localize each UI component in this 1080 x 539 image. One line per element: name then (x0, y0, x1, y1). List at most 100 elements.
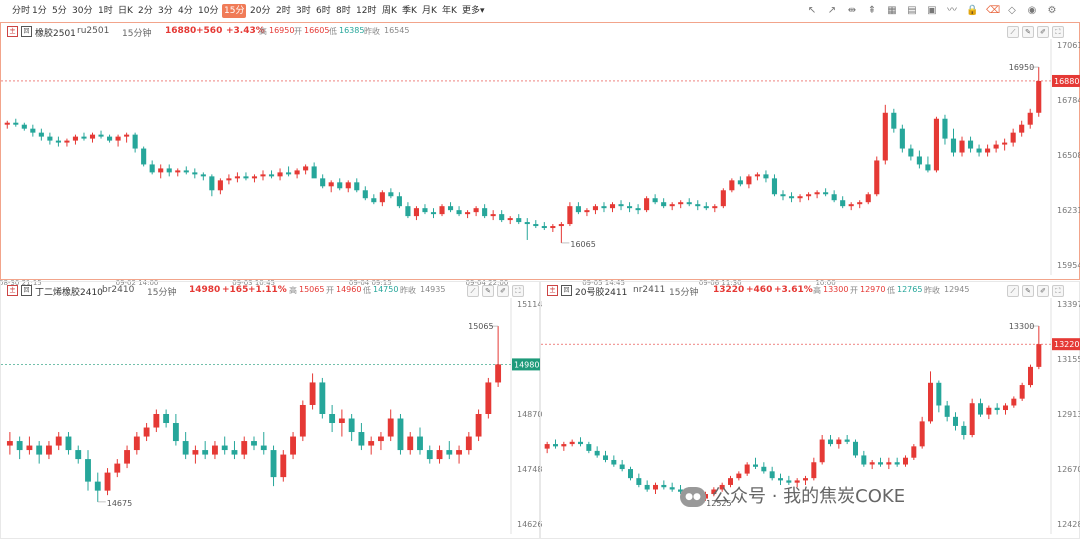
candle-body (819, 439, 825, 463)
channel-icon[interactable]: ▦ (886, 5, 898, 17)
candle-body (736, 473, 742, 479)
candle-body (550, 226, 556, 229)
pointer-icon[interactable]: ↖ (806, 5, 818, 17)
period-toolbar: 分时 1分 5分 30分 1时 日K 2分 3分 4分 10分 15分 20分 2时 3时 6时 8时 12时周… (0, 0, 1080, 23)
candle-body (1036, 80, 1042, 113)
candle-body (891, 112, 897, 129)
period-tab-19[interactable]: 月K (420, 4, 439, 18)
high-annot: 13300 (1009, 322, 1034, 331)
candle-body (456, 210, 462, 215)
candle-body (413, 208, 419, 217)
candle-body (47, 136, 53, 141)
candle-body (569, 441, 575, 445)
period-tab-15[interactable]: 8时 (334, 4, 353, 18)
candle-body (499, 214, 505, 221)
candle-body (878, 462, 883, 465)
eraser-icon[interactable]: ⌫ (986, 5, 1000, 17)
period-tab-21[interactable]: 更多▾ (460, 4, 487, 18)
period-tab-3[interactable]: 30分 (70, 4, 94, 18)
candle-body (436, 450, 443, 460)
current-price-label: 16880 (1054, 77, 1079, 86)
candle-body (4, 122, 10, 125)
line-icon[interactable]: ↗ (826, 5, 838, 17)
period-tab-11[interactable]: 20分 (248, 4, 272, 18)
candle-body (653, 484, 658, 490)
candle-body (814, 192, 820, 195)
period-tab-2[interactable]: 5分 (50, 4, 69, 18)
candle-body (473, 208, 479, 213)
candle-body (299, 404, 306, 437)
candle-body (212, 445, 218, 455)
candle-body (221, 445, 228, 451)
vline-icon[interactable]: ⇞ (866, 5, 878, 17)
period-tab-8[interactable]: 4分 (176, 4, 195, 18)
candle-body (490, 214, 496, 217)
ruler-icon[interactable]: ▤ (906, 5, 918, 17)
period-tab-17[interactable]: 周K (380, 4, 399, 18)
candle-body (260, 174, 266, 177)
candle-body (1027, 112, 1033, 125)
candle-body (426, 450, 433, 460)
low-annot: 16065 (570, 240, 595, 249)
candle-body (933, 118, 939, 171)
candle-body (1002, 142, 1008, 145)
period-tab-13[interactable]: 3时 (294, 4, 313, 18)
candle-body (836, 439, 842, 445)
candle-body (163, 414, 170, 424)
candle-body (217, 180, 223, 191)
settings-icon[interactable]: ⚙ (1046, 5, 1058, 17)
candle-body (286, 172, 292, 175)
period-tab-10[interactable]: 15分 (222, 4, 247, 18)
candle-body (182, 441, 189, 455)
visibility-icon[interactable]: ◇ (1006, 5, 1018, 17)
chart-panel-br2410: 主 回 丁二烯橡胶2410 br2410 15分钟 14980 +165 +1.… (0, 281, 542, 539)
period-tab-4[interactable]: 1时 (96, 4, 115, 18)
candle-body (16, 441, 23, 451)
y-tick-label: 15954 (1057, 261, 1080, 270)
period-tab-1[interactable]: 1分 (30, 4, 49, 18)
period-tab-16[interactable]: 12时 (354, 4, 378, 18)
candle-body (853, 441, 858, 456)
candle-body (961, 425, 967, 436)
candle-body (737, 180, 743, 185)
period-tab-18[interactable]: 季K (400, 4, 419, 18)
candle-body (456, 450, 462, 455)
candle-body (38, 132, 44, 137)
candle-body (396, 196, 402, 207)
candle-body (294, 170, 300, 175)
period-tab-12[interactable]: 2时 (274, 4, 293, 18)
candle-body (379, 192, 385, 203)
period-tab-20[interactable]: 年K (440, 4, 459, 18)
period-tab-7[interactable]: 3分 (156, 4, 175, 18)
trend-icon[interactable]: 〰 (946, 5, 958, 17)
candle-body (584, 210, 590, 213)
eye-icon[interactable]: ◉ (1026, 5, 1038, 17)
candlestick-chart[interactable]: 17061 16784 16508 16231 15954 16950 16065 16880… (0, 23, 1080, 287)
image-icon[interactable]: ▣ (926, 5, 938, 17)
candle-body (175, 170, 181, 173)
candle-body (695, 204, 701, 207)
candle-body (894, 462, 900, 465)
candle-body (788, 196, 795, 199)
candle-body (942, 118, 948, 139)
candle-body (192, 450, 199, 455)
period-tab-9[interactable]: 10分 (196, 4, 220, 18)
period-tab-14[interactable]: 6时 (314, 4, 333, 18)
candle-body (678, 202, 684, 205)
period-tab-0[interactable]: 分时 (10, 4, 32, 18)
lock-icon[interactable]: 🔒 (966, 5, 978, 17)
candlestick-chart[interactable]: 1511414870147481462615065146751498009-05… (1, 282, 542, 539)
candle-body (544, 444, 550, 449)
period-tab-5[interactable]: 日K (116, 4, 135, 18)
candle-body (594, 450, 600, 456)
candle-body (592, 206, 599, 211)
candle-body (81, 136, 87, 139)
period-tab-6[interactable]: 2分 (136, 4, 155, 18)
candle-body (268, 174, 275, 177)
candle-body (533, 224, 539, 227)
hline-icon[interactable]: ⇹ (846, 5, 858, 17)
candle-body (495, 364, 502, 383)
candle-body (936, 382, 942, 406)
candle-body (763, 174, 769, 179)
candle-body (75, 450, 82, 460)
